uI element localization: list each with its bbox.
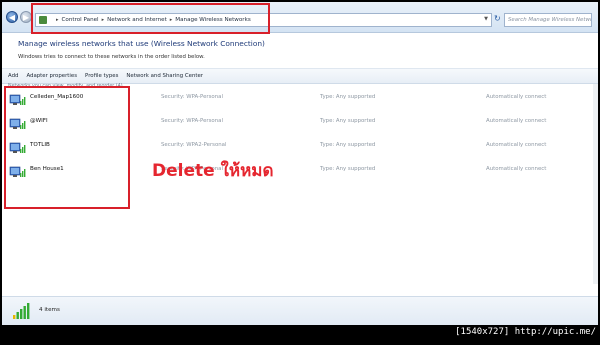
adapter-properties-button[interactable]: Adapter properties <box>22 73 81 79</box>
highlight-box-address <box>31 3 270 34</box>
delete-annotation: Delete ให้หมด <box>152 161 274 181</box>
back-button-icon[interactable]: ◀ <box>6 11 18 23</box>
manage-wireless-networks-window: ◀ ▶ ▸ Control Panel ▸ Network and Intern… <box>2 2 598 325</box>
page-subtitle: Windows tries to connect to these networ… <box>18 54 205 60</box>
network-connect-mode: Automatically connect <box>486 142 547 148</box>
network-sharing-center-button[interactable]: Network and Sharing Center <box>122 73 207 79</box>
item-count: 4 items <box>39 307 60 313</box>
network-connect-mode: Automatically connect <box>486 94 547 100</box>
page-title: Manage wireless networks that use (Wirel… <box>18 39 265 48</box>
wireless-signal-icon <box>13 303 30 319</box>
network-connect-mode: Automatically connect <box>486 118 547 124</box>
address-dropdown-icon[interactable]: ▼ <box>484 16 488 22</box>
status-bar: 4 items <box>2 296 598 325</box>
network-connect-mode: Automatically connect <box>486 166 547 172</box>
command-bar: Add Adapter properties Profile types Net… <box>2 68 598 84</box>
network-security: Security: WPA2-Personal <box>161 142 227 148</box>
scrollbar[interactable] <box>593 84 598 284</box>
profile-types-button[interactable]: Profile types <box>81 73 122 79</box>
add-button[interactable]: Add <box>2 73 22 79</box>
network-security: Security: WPA-Personal <box>161 94 223 100</box>
refresh-icon[interactable]: ↻ <box>494 14 501 23</box>
network-type: Type: Any supported <box>320 118 376 124</box>
network-security: Security: WPA-Personal <box>161 118 223 124</box>
network-type: Type: Any supported <box>320 94 376 100</box>
network-type: Type: Any supported <box>320 166 376 172</box>
network-type: Type: Any supported <box>320 142 376 148</box>
search-input[interactable]: Search Manage Wireless Networks <box>504 13 592 27</box>
watermark: [1540x727] http://upic.me/ <box>455 327 596 337</box>
highlight-box-networks <box>4 86 130 209</box>
